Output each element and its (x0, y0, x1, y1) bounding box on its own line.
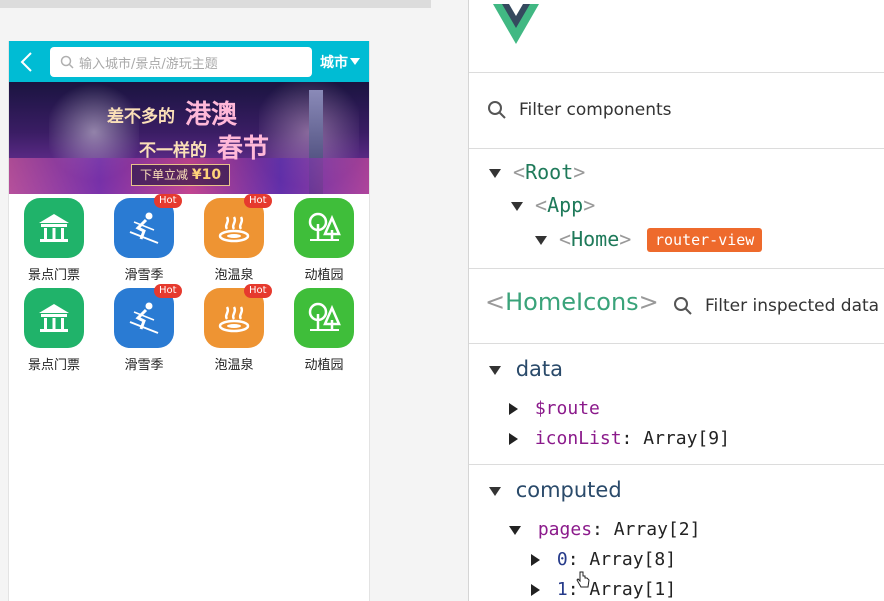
icon-item[interactable]: 景点门票 (9, 284, 99, 374)
caret-down-icon[interactable] (350, 58, 360, 65)
section-data[interactable]: data (489, 357, 563, 381)
caret-down-icon[interactable] (489, 365, 501, 375)
pavilion-icon (24, 198, 84, 258)
tree-node-root[interactable]: <Root> (489, 160, 585, 184)
filter-inspected-input[interactable]: Filter inspected data (705, 296, 879, 316)
hand-cursor-icon (576, 571, 590, 588)
divider (469, 268, 884, 269)
icon-item[interactable]: 动植园 (279, 194, 369, 284)
browser-viewport: 输入城市/景点/游玩主题 城市 差不多的 港澳 不一样的 春节 下单立减 ¥10 (0, 0, 468, 601)
tree-node-label: Root (525, 160, 574, 184)
trees-icon (294, 288, 354, 348)
search-placeholder: 输入城市/景点/游玩主题 (79, 57, 218, 72)
screen: 输入城市/景点/游玩主题 城市 差不多的 港澳 不一样的 春节 下单立减 ¥10 (0, 0, 884, 601)
caret-down-icon[interactable] (509, 525, 521, 535)
divider (469, 464, 884, 465)
top-strip-gap (431, 0, 468, 8)
icon-label: 动植园 (304, 268, 344, 283)
banner-deal-text: 下单立减 (140, 168, 189, 182)
caret-down-icon[interactable] (489, 169, 501, 178)
top-strip (0, 0, 468, 8)
vue-devtools-panel: Filter components <Root> <App> <Home> ro… (468, 0, 884, 601)
caret-down-icon[interactable] (535, 236, 547, 245)
hot-badge: Hot (154, 194, 182, 208)
icon-item[interactable]: 景点门票 (9, 194, 99, 284)
icon-label: 泡温泉 (214, 358, 254, 373)
banner-deal-value: ¥10 (191, 167, 222, 183)
prop-pages-1[interactable]: 1: Array[1] (531, 579, 676, 600)
icon-label: 滑雪季 (124, 358, 164, 373)
vue-logo-icon (493, 4, 539, 44)
back-arrow-icon[interactable] (19, 51, 35, 73)
search-icon (60, 55, 74, 69)
prop-pages[interactable]: pages: Array[2] (509, 519, 700, 540)
caret-right-icon[interactable] (509, 403, 518, 415)
hot-badge: Hot (154, 284, 182, 298)
divider (469, 72, 884, 73)
icon-item[interactable]: Hot 滑雪季 (99, 194, 189, 284)
icon-item[interactable]: Hot 滑雪季 (99, 284, 189, 374)
banner-big1: 港澳 (185, 100, 238, 130)
icon-label: 景点门票 (27, 358, 80, 373)
icon-label: 景点门票 (27, 268, 80, 283)
icon-label: 滑雪季 (124, 268, 164, 283)
banner-big2: 春节 (217, 134, 270, 164)
prop-iconlist[interactable]: iconList: Array[9] (509, 428, 730, 449)
divider (469, 343, 884, 344)
banner-deal: 下单立减 ¥10 (131, 164, 231, 186)
search-input[interactable]: 输入城市/景点/游玩主题 (50, 47, 312, 77)
banner-line1: 差不多的 (107, 107, 175, 127)
icon-item[interactable]: Hot 泡温泉 (189, 284, 279, 374)
header-bar: 输入城市/景点/游玩主题 城市 (9, 41, 369, 82)
caret-down-icon[interactable] (489, 486, 501, 496)
trees-icon (294, 198, 354, 258)
tree-node-label: Home (571, 227, 620, 251)
divider (469, 148, 884, 149)
icon-label: 动植园 (304, 358, 344, 373)
tree-node-app[interactable]: <App> (511, 193, 595, 217)
icon-item[interactable]: 动植园 (279, 284, 369, 374)
pavilion-icon (24, 288, 84, 348)
inspected-component-title: <HomeIcons> (485, 288, 659, 316)
hot-badge: Hot (244, 284, 272, 298)
icon-item[interactable]: Hot 泡温泉 (189, 194, 279, 284)
tree-node-label: App (547, 193, 584, 217)
caret-down-icon[interactable] (511, 202, 523, 211)
tree-node-home[interactable]: <Home> (535, 227, 631, 251)
filter-components-input[interactable]: Filter components (519, 100, 672, 120)
search-icon (488, 101, 506, 119)
search-icon (674, 297, 692, 315)
caret-right-icon[interactable] (509, 433, 518, 445)
router-view-badge: router-view (647, 228, 763, 252)
banner-line2: 不一样的 (139, 141, 207, 161)
section-computed[interactable]: computed (489, 478, 622, 502)
city-selector[interactable]: 城市 (320, 52, 348, 72)
prop-route[interactable]: $route (509, 398, 600, 419)
hot-badge: Hot (244, 194, 272, 208)
caret-right-icon[interactable] (531, 584, 540, 596)
icon-label: 泡温泉 (214, 268, 254, 283)
caret-right-icon[interactable] (531, 554, 540, 566)
prop-pages-0[interactable]: 0: Array[8] (531, 549, 676, 570)
mobile-page: 输入城市/景点/游玩主题 城市 差不多的 港澳 不一样的 春节 下单立减 ¥10 (8, 41, 370, 601)
